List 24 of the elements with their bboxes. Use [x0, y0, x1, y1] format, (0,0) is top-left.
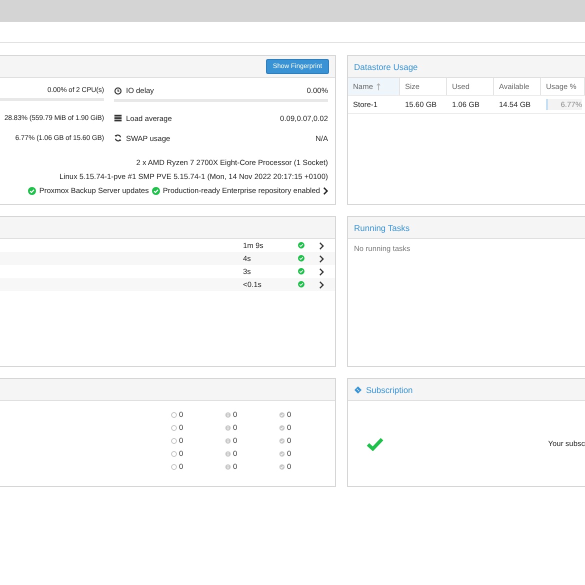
server-icon: [114, 114, 122, 122]
circle-icon: [171, 450, 177, 456]
info-circle-icon: [225, 438, 231, 444]
info-circle-icon: [225, 464, 231, 470]
check-circle-icon: [279, 438, 285, 444]
circle-icon: [171, 424, 177, 430]
refresh-icon: [114, 134, 122, 142]
check-circle-icon: [279, 412, 285, 418]
check-circle-icon: [279, 424, 285, 430]
ticket-icon: [354, 386, 362, 394]
info-circle-icon: [225, 412, 231, 418]
panel-title: Subscription: [366, 384, 413, 394]
circle-icon: [171, 464, 177, 470]
check-circle-icon: [279, 464, 285, 470]
panel-title: Running Tasks: [354, 222, 410, 232]
sort-arrow-icon: [376, 82, 382, 90]
circle-icon: [171, 438, 177, 444]
panel-title: Datastore Usage: [354, 62, 418, 72]
chevron-right-icon[interactable]: [323, 186, 328, 194]
check-circle-icon: [279, 450, 285, 456]
clock-icon: [114, 86, 122, 94]
circle-icon: [171, 412, 177, 418]
info-circle-icon: [225, 450, 231, 456]
info-circle-icon: [225, 424, 231, 430]
